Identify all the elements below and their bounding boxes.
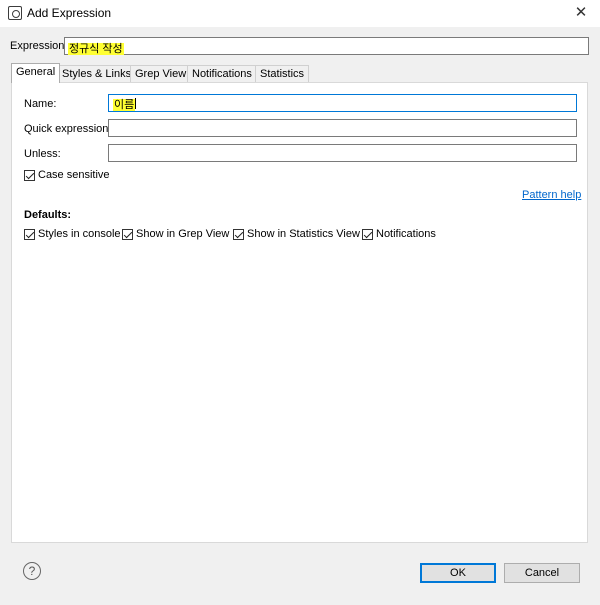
show-in-statistics-view-checkbox[interactable]: Show in Statistics View: [233, 228, 360, 240]
help-icon[interactable]: ?: [23, 562, 41, 580]
pattern-help-link[interactable]: Pattern help: [522, 189, 581, 201]
tab-statistics[interactable]: Statistics: [255, 65, 310, 82]
window-title: Add Expression: [27, 6, 112, 20]
checkbox-icon: [122, 228, 133, 240]
styles-in-console-label: Styles in console: [38, 228, 121, 240]
tab-notifications[interactable]: Notifications: [187, 65, 257, 82]
general-panel: Name: 이름 Quick expression: Unless: Case …: [11, 82, 588, 543]
case-sensitive-checkbox[interactable]: Case sensitive: [24, 169, 110, 181]
show-in-grep-view-label: Show in Grep View: [136, 228, 230, 240]
tab-general[interactable]: General: [11, 63, 61, 83]
checkbox-icon: [24, 228, 35, 240]
name-label: Name:: [24, 98, 57, 110]
name-field[interactable]: 이름: [108, 94, 577, 112]
quick-expression-field[interactable]: [108, 119, 577, 137]
notifications-checkbox[interactable]: Notifications: [362, 228, 436, 240]
close-icon[interactable]: ✕: [570, 3, 592, 23]
show-in-statistics-view-label: Show in Statistics View: [247, 228, 360, 240]
expression-field[interactable]: 정규식 작성: [64, 37, 589, 55]
defaults-label: Defaults:: [24, 209, 72, 221]
expression-value: 정규식 작성: [68, 43, 124, 55]
case-sensitive-label: Case sensitive: [38, 169, 110, 181]
show-in-grep-view-checkbox[interactable]: Show in Grep View: [122, 228, 229, 240]
text-caret: [135, 98, 137, 109]
tab-grep-view[interactable]: Grep View: [130, 65, 192, 82]
unless-label: Unless:: [24, 148, 61, 160]
tab-styles-links[interactable]: Styles & Links: [57, 65, 137, 82]
notifications-label: Notifications: [376, 228, 436, 240]
expression-label: Expression:: [10, 40, 68, 52]
ok-button[interactable]: OK: [420, 563, 496, 583]
cancel-button[interactable]: Cancel: [504, 563, 580, 583]
app-icon: [8, 6, 22, 20]
quick-expression-label: Quick expression:: [24, 123, 112, 135]
checkbox-icon: [233, 228, 244, 240]
checkbox-icon: [362, 228, 373, 240]
checkbox-icon: [24, 169, 35, 181]
unless-field[interactable]: [108, 144, 577, 162]
name-value: 이름: [113, 99, 136, 111]
styles-in-console-checkbox[interactable]: Styles in console: [24, 228, 121, 240]
title-bar: Add Expression ✕: [0, 0, 600, 27]
